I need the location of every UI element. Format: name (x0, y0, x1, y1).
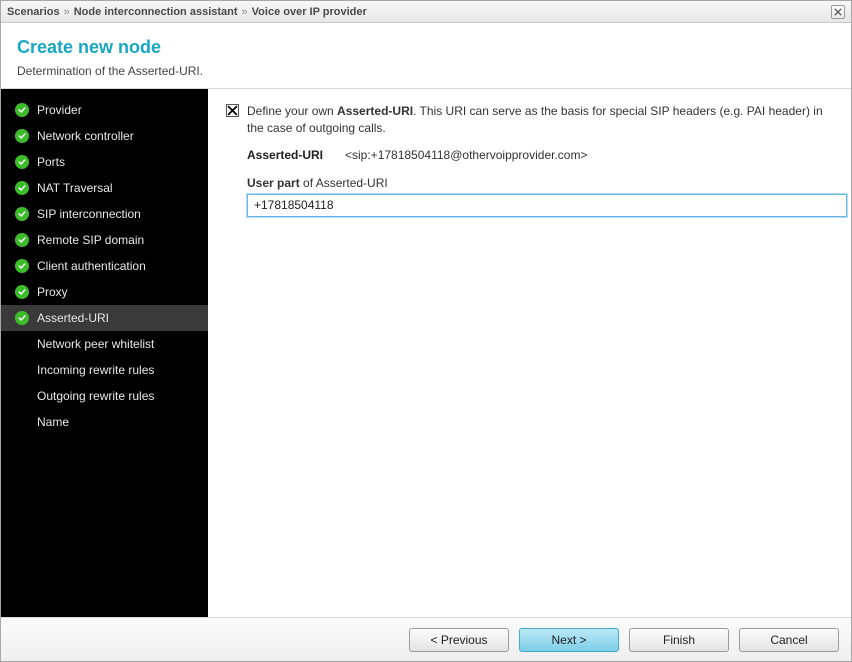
user-part-input[interactable] (247, 194, 847, 217)
check-circle-icon (15, 207, 29, 221)
header: Create new node Determination of the Ass… (1, 23, 851, 89)
step-bullet (15, 337, 29, 351)
wizard-step[interactable]: Name (1, 409, 208, 435)
define-asserted-uri-option: Define your own Asserted-URI. This URI c… (226, 103, 833, 138)
breadcrumb-sep: » (242, 6, 248, 18)
breadcrumb-sep: » (64, 6, 70, 18)
step-bullet (15, 389, 29, 403)
text-fragment: Define your own (247, 104, 337, 118)
check-circle-icon (15, 311, 29, 325)
text-fragment: of Asserted-URI (300, 176, 388, 190)
check-circle-icon (15, 129, 29, 143)
close-button[interactable] (831, 5, 845, 19)
step-bullet (15, 415, 29, 429)
wizard-step[interactable]: Network peer whitelist (1, 331, 208, 357)
define-asserted-uri-text: Define your own Asserted-URI. This URI c… (247, 103, 833, 138)
body: Provider Network controller Ports NAT Trave… (1, 89, 851, 617)
check-circle-icon (15, 181, 29, 195)
check-circle-icon (15, 285, 29, 299)
page-title: Create new node (17, 37, 835, 58)
wizard-step[interactable]: Remote SIP domain (1, 227, 208, 253)
text-bold: User part (247, 176, 300, 190)
asserted-uri-value: <sip:+17818504118@othervoipprovider.com> (345, 148, 587, 162)
wizard-step-label: Proxy (37, 285, 68, 299)
cancel-button[interactable]: Cancel (739, 628, 839, 652)
text-bold: Asserted-URI (337, 104, 413, 118)
wizard-step-label: Ports (37, 155, 65, 169)
wizard-step[interactable]: Proxy (1, 279, 208, 305)
wizard-step-label: Outgoing rewrite rules (37, 389, 154, 403)
breadcrumb-a: Scenarios (7, 6, 60, 18)
breadcrumb-b: Node interconnection assistant (74, 6, 238, 18)
check-circle-icon (15, 259, 29, 273)
wizard-step[interactable]: SIP interconnection (1, 201, 208, 227)
wizard-steps-sidebar: Provider Network controller Ports NAT Trave… (1, 89, 208, 617)
footer-buttons: < Previous Next > Finish Cancel (1, 617, 851, 661)
wizard-step[interactable]: Client authentication (1, 253, 208, 279)
wizard-step[interactable]: Provider (1, 97, 208, 123)
wizard-step-label: Client authentication (37, 259, 146, 273)
wizard-step-label: SIP interconnection (37, 207, 141, 221)
close-icon (834, 8, 842, 16)
wizard-step[interactable]: Asserted-URI (1, 305, 208, 331)
wizard-step[interactable]: NAT Traversal (1, 175, 208, 201)
wizard-step[interactable]: Ports (1, 149, 208, 175)
titlebar: Scenarios » Node interconnection assista… (1, 1, 851, 23)
check-circle-icon (15, 155, 29, 169)
finish-button[interactable]: Finish (629, 628, 729, 652)
wizard-step-label: Provider (37, 103, 82, 117)
dialog-window: Scenarios » Node interconnection assista… (0, 0, 852, 662)
step-bullet (15, 363, 29, 377)
wizard-step[interactable]: Incoming rewrite rules (1, 357, 208, 383)
user-part-label: User part of Asserted-URI (226, 176, 833, 190)
next-button[interactable]: Next > (519, 628, 619, 652)
wizard-step-label: Incoming rewrite rules (37, 363, 154, 377)
x-mark-icon (227, 105, 238, 116)
define-asserted-uri-checkbox[interactable] (226, 104, 239, 117)
wizard-step[interactable]: Outgoing rewrite rules (1, 383, 208, 409)
wizard-step[interactable]: Network controller (1, 123, 208, 149)
check-circle-icon (15, 233, 29, 247)
content-pane: Define your own Asserted-URI. This URI c… (208, 89, 851, 617)
wizard-step-label: NAT Traversal (37, 181, 113, 195)
page-subtitle: Determination of the Asserted-URI. (17, 64, 835, 78)
wizard-step-label: Network controller (37, 129, 134, 143)
wizard-step-label: Asserted-URI (37, 311, 109, 325)
previous-button[interactable]: < Previous (409, 628, 509, 652)
asserted-uri-display: Asserted-URI <sip:+17818504118@othervoip… (226, 148, 833, 162)
wizard-step-label: Name (37, 415, 69, 429)
wizard-step-label: Remote SIP domain (37, 233, 144, 247)
asserted-uri-label: Asserted-URI (247, 148, 345, 162)
wizard-step-label: Network peer whitelist (37, 337, 154, 351)
check-circle-icon (15, 103, 29, 117)
breadcrumb-c: Voice over IP provider (252, 6, 367, 18)
